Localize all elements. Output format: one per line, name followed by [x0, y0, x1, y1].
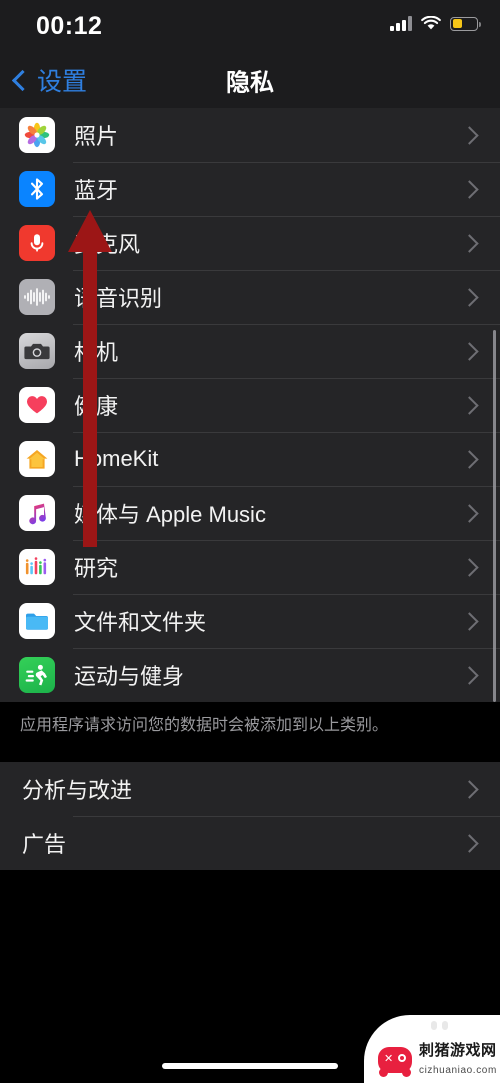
chevron-right-icon: [460, 395, 479, 415]
list-item-label: 分析与改进: [22, 778, 133, 803]
chevron-right-icon: [460, 833, 479, 853]
wifi-icon: [421, 15, 441, 31]
page-title: 隐私: [226, 69, 274, 97]
list-item-label: 研究: [74, 556, 119, 581]
list-item-camera[interactable]: 相机: [0, 324, 500, 378]
bluetooth-icon: [19, 171, 55, 207]
watermark-url: cizhuaniao.com: [419, 1065, 497, 1076]
list-item-label: 广告: [22, 832, 67, 857]
photos-icon: [19, 117, 55, 153]
camera-icon: [19, 333, 55, 369]
battery-low-icon: [450, 16, 482, 31]
list-item-analytics-improvements[interactable]: 分析与改进: [0, 762, 500, 816]
list-item-photos[interactable]: 照片: [0, 108, 500, 162]
status-bar: 00:12: [0, 0, 500, 52]
chevron-right-icon: [460, 233, 479, 253]
health-icon: [19, 387, 55, 423]
gamepad-o-glyph: [398, 1054, 406, 1062]
chevron-right-icon: [460, 449, 479, 469]
phone-screen: 00:12 设置 隐私 照片 蓝牙 麦克风 语音识别 相机 健康 HomeKit…: [0, 0, 500, 1083]
homekit-icon: [19, 441, 55, 477]
list-item-label: 麦克风: [74, 232, 141, 257]
chevron-right-icon: [460, 779, 479, 799]
music-icon: [19, 495, 55, 531]
chevron-right-icon: [460, 287, 479, 307]
watermark-text: 刺猪游戏网 cizhuaniao.com: [419, 1042, 497, 1078]
list-item-fitness[interactable]: 运动与健身: [0, 648, 500, 702]
status-time: 00:12: [36, 12, 103, 40]
navigation-bar: 设置 隐私: [0, 52, 500, 108]
gamepad-x-glyph: ✕: [384, 1053, 394, 1065]
list-item-label: 文件和文件夹: [74, 610, 207, 635]
chevron-right-icon: [460, 665, 479, 685]
watermark-site-name: 刺猪游戏网: [419, 1042, 497, 1059]
scrollbar-indicator[interactable]: [493, 330, 496, 702]
list-item-research[interactable]: 研究: [0, 540, 500, 594]
list-item-label: 相机: [74, 340, 119, 365]
list-item-label: 媒体与 Apple Music: [74, 502, 266, 527]
list-item-label: 健康: [74, 394, 119, 419]
chevron-right-icon: [460, 503, 479, 523]
chevron-right-icon: [460, 611, 479, 631]
list-item-speech-recognition[interactable]: 语音识别: [0, 270, 500, 324]
chevron-right-icon: [460, 557, 479, 577]
status-indicators: [390, 15, 482, 31]
list-item-media-apple-music[interactable]: 媒体与 Apple Music: [0, 486, 500, 540]
research-icon: [19, 549, 55, 585]
watermark-decor-dots: [431, 1021, 448, 1030]
microphone-icon: [19, 225, 55, 261]
other-settings-section: 分析与改进 广告: [0, 762, 500, 870]
speech-recognition-icon: [19, 279, 55, 315]
watermark: ✕ 刺猪游戏网 cizhuaniao.com: [364, 1015, 500, 1083]
list-item-homekit[interactable]: HomeKit: [0, 432, 500, 486]
files-icon: [19, 603, 55, 639]
list-item-label: 语音识别: [74, 286, 163, 311]
list-item-bluetooth[interactable]: 蓝牙: [0, 162, 500, 216]
gamepad-icon: ✕: [378, 1047, 412, 1077]
list-item-label: 运动与健身: [74, 664, 185, 689]
list-item-label: HomeKit: [74, 446, 159, 471]
chevron-right-icon: [460, 179, 479, 199]
permissions-footer-note: 应用程序请求访问您的数据时会被添加到以上类别。: [0, 702, 500, 751]
list-item-microphone[interactable]: 麦克风: [0, 216, 500, 270]
list-item-label: 蓝牙: [74, 178, 119, 203]
chevron-right-icon: [460, 125, 479, 145]
fitness-icon: [19, 657, 55, 693]
permissions-section: 照片 蓝牙 麦克风 语音识别 相机 健康 HomeKit 媒体与 Apple M…: [0, 108, 500, 702]
list-item-advertising[interactable]: 广告: [0, 816, 500, 870]
home-indicator[interactable]: [162, 1063, 338, 1069]
list-item-label: 照片: [74, 124, 119, 149]
list-item-health[interactable]: 健康: [0, 378, 500, 432]
list-item-files-folders[interactable]: 文件和文件夹: [0, 594, 500, 648]
cellular-signal-icon: [390, 16, 412, 31]
chevron-right-icon: [460, 341, 479, 361]
